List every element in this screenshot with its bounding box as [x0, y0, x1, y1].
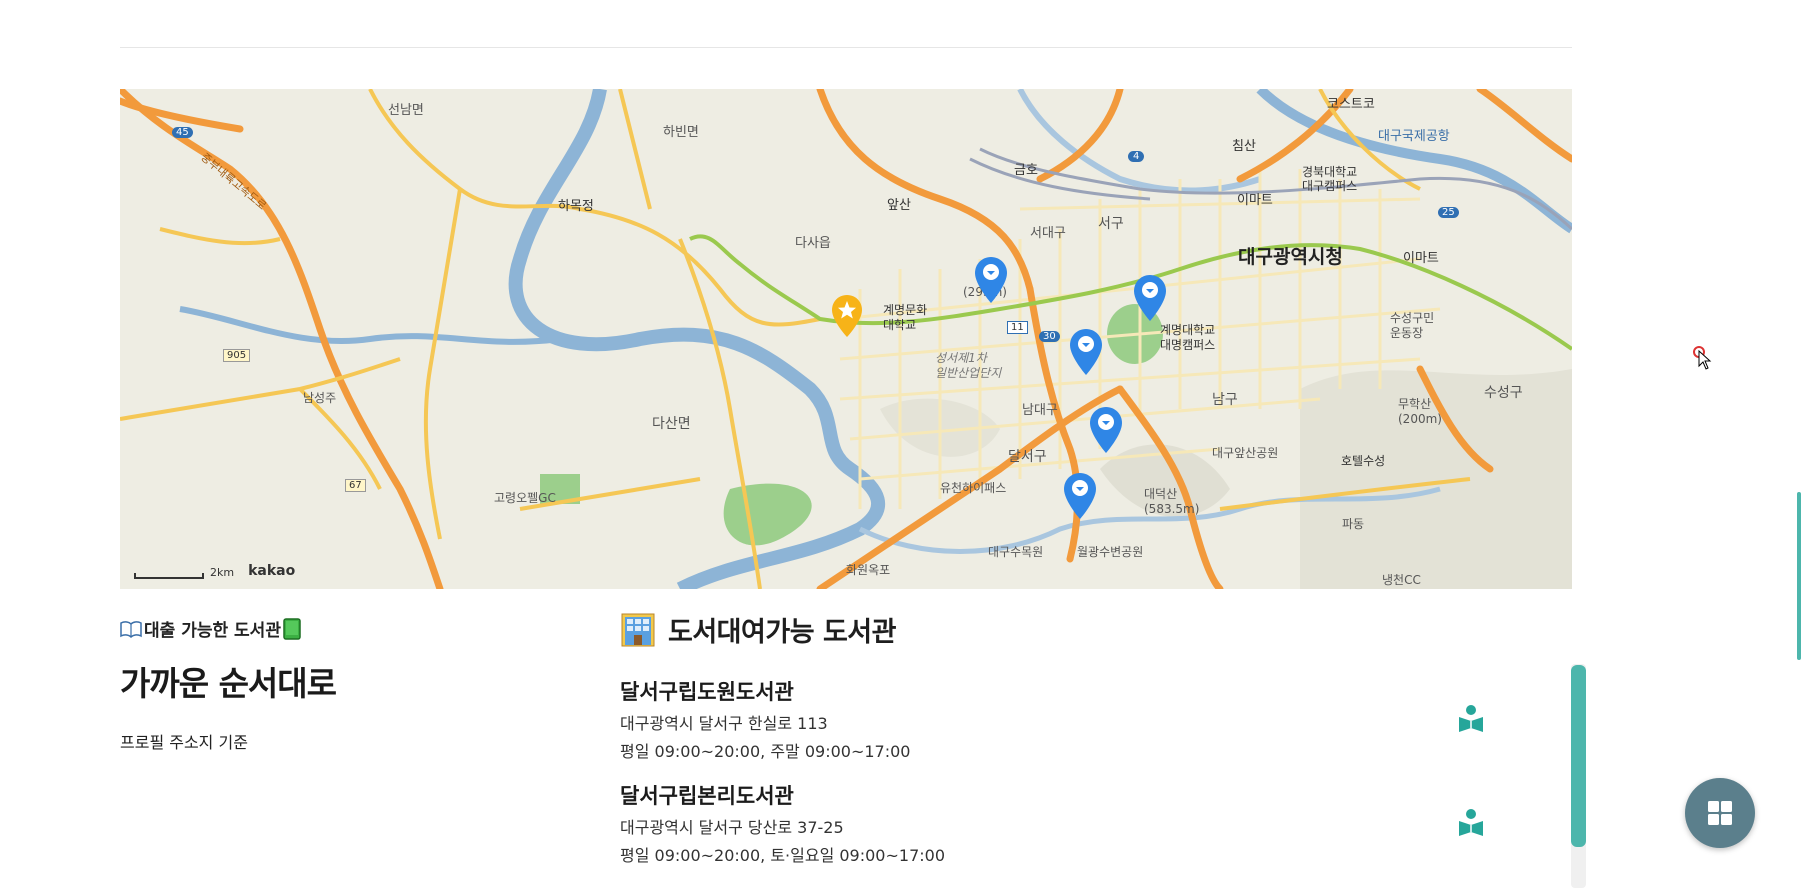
route-shield-45: 45 — [172, 127, 193, 138]
reader-icon[interactable] — [1458, 704, 1484, 734]
map-label-suseonggu: 수성구 — [1484, 385, 1523, 401]
map-label-pado: 파동 — [1342, 517, 1365, 531]
map-label-chimsan: 침산 — [1232, 139, 1256, 154]
mouse-cursor-icon — [1698, 350, 1712, 370]
map-label-wolgwang: 월광수변공원 — [1077, 545, 1144, 559]
map-label-apsan: 앞산 — [887, 198, 911, 213]
library-item[interactable]: 달서구립도원도서관 대구광역시 달서구 한실로 113 평일 09:00~20:… — [620, 664, 1544, 768]
library-map[interactable]: 선남면 하빈면 하목정 다사읍 앞산 금호 서대구 서구 침산 코스트코 대구국… — [120, 89, 1572, 589]
map-label-seonnam: 선남면 — [388, 103, 424, 118]
scale-text: 2km — [210, 566, 235, 579]
open-book-icon — [120, 620, 142, 638]
map-label-geumho: 금호 — [1014, 163, 1038, 178]
map-label-dasan: 다산면 — [652, 416, 691, 432]
kakao-logo[interactable]: kakao — [248, 563, 295, 579]
map-label-dasa: 다사읍 — [795, 236, 831, 251]
map-label-daedeoksan: 대덕산 (583.5m) — [1144, 487, 1200, 516]
grid-icon — [1708, 801, 1732, 825]
map-label-muhaksan: 무학산 (200m) — [1398, 397, 1442, 426]
map-label-keimyung-munhwa: 계명문화 대학교 — [883, 303, 928, 332]
map-label-apsan-park: 대구앞산공원 — [1212, 446, 1279, 460]
map-label-industrial: 성서제1차 일반산업단지 — [935, 351, 1002, 380]
map-base — [120, 89, 1572, 589]
map-label-hwawon: 화원옥포 — [846, 563, 891, 577]
library-list[interactable]: 달서구립도원도서관 대구광역시 달서구 한실로 113 평일 09:00~20:… — [620, 664, 1544, 888]
map-label-yuchun: 유천하이패스 — [940, 481, 1007, 495]
map-label-dalseogu: 달서구 — [1008, 449, 1047, 465]
map-label-hotel: 호텔수성 — [1341, 454, 1386, 468]
library-list-scroll-thumb[interactable] — [1571, 665, 1586, 847]
map-label-emart1: 이마트 — [1237, 193, 1273, 208]
map-label-habin: 하빈면 — [663, 125, 699, 140]
map-label-arboretum: 대구수목원 — [988, 545, 1044, 559]
menu-fab-button[interactable] — [1685, 778, 1755, 848]
library-list-scrollbar[interactable] — [1571, 664, 1586, 888]
library-list-title: 도서대여가능 도서관 — [668, 617, 896, 648]
map-label-namdaegu: 남대구 — [1022, 403, 1058, 418]
route-shield-30: 30 — [1039, 331, 1060, 342]
map-label-namgu: 남구 — [1212, 392, 1238, 408]
library-pin[interactable] — [1070, 329, 1102, 375]
library-list-header: 도서대여가능 도서관 — [620, 610, 896, 649]
page-scrollbar-thumb[interactable] — [1797, 492, 1801, 660]
route-shield-67: 67 — [345, 479, 366, 492]
library-pin[interactable] — [1064, 473, 1096, 519]
map-label-naengcheon: 냉천CC — [1382, 573, 1421, 587]
library-hours: 평일 09:00~20:00, 주말 09:00~17:00 — [620, 742, 911, 761]
section-divider — [120, 47, 1572, 48]
scale-bar — [134, 573, 204, 579]
map-label-emart2: 이마트 — [1403, 251, 1439, 266]
map-label-seogu: 서구 — [1098, 216, 1124, 232]
info-panel: 대출 가능한 도서관 가까운 순서대로 프로필 주소지 기준 — [120, 616, 580, 753]
map-label-suseong-stadium: 수성구민 운동장 — [1390, 311, 1435, 340]
map-label-namseongju: 남성주 — [303, 391, 337, 405]
route-shield-25: 25 — [1438, 207, 1459, 218]
map-label-goryeong: 고령오펠GC — [494, 491, 556, 505]
map-label-cityhall: 대구광역시청 — [1238, 246, 1343, 268]
map-label-knu: 경북대학교 대구캠퍼스 — [1302, 165, 1358, 193]
route-shield-11: 11 — [1007, 321, 1028, 334]
library-address: 대구광역시 달서구 한실로 113 — [620, 714, 828, 733]
library-pin[interactable] — [1090, 407, 1122, 453]
map-label-costco: 코스트코 — [1327, 97, 1375, 112]
green-book-icon — [283, 617, 301, 640]
building-icon — [621, 613, 655, 646]
panel-title: 가까운 순서대로 — [120, 664, 337, 703]
map-label-keimyung-daemyung: 계명대학교 대명캠퍼스 — [1160, 323, 1216, 352]
route-shield-905: 905 — [223, 349, 251, 362]
map-label-hamokjeong: 하목정 — [558, 199, 594, 214]
reader-icon[interactable] — [1458, 808, 1484, 838]
library-pin[interactable] — [1134, 275, 1166, 321]
map-label-seodaegu: 서대구 — [1030, 226, 1066, 241]
library-item[interactable]: 달서구립본리도서관 대구광역시 달서구 당산로 37-25 평일 09:00~2… — [620, 768, 1544, 872]
library-name: 달서구립도원도서관 — [620, 680, 794, 704]
panel-subtitle-text: 대출 가능한 도서관 — [144, 621, 281, 641]
map-label-airport: 대구국제공항 — [1378, 129, 1450, 144]
panel-subtitle: 대출 가능한 도서관 — [120, 616, 580, 641]
route-shield-4: 4 — [1128, 151, 1145, 162]
library-name: 달서구립본리도서관 — [620, 784, 794, 808]
library-address: 대구광역시 달서구 당산로 37-25 — [620, 818, 844, 837]
map-scale: 2km kakao — [134, 563, 295, 579]
library-hours: 평일 09:00~20:00, 토·일요일 09:00~17:00 — [620, 846, 945, 865]
home-star-marker[interactable] — [832, 295, 862, 337]
panel-note: 프로필 주소지 기준 — [120, 733, 248, 752]
library-pin[interactable] — [975, 257, 1007, 303]
